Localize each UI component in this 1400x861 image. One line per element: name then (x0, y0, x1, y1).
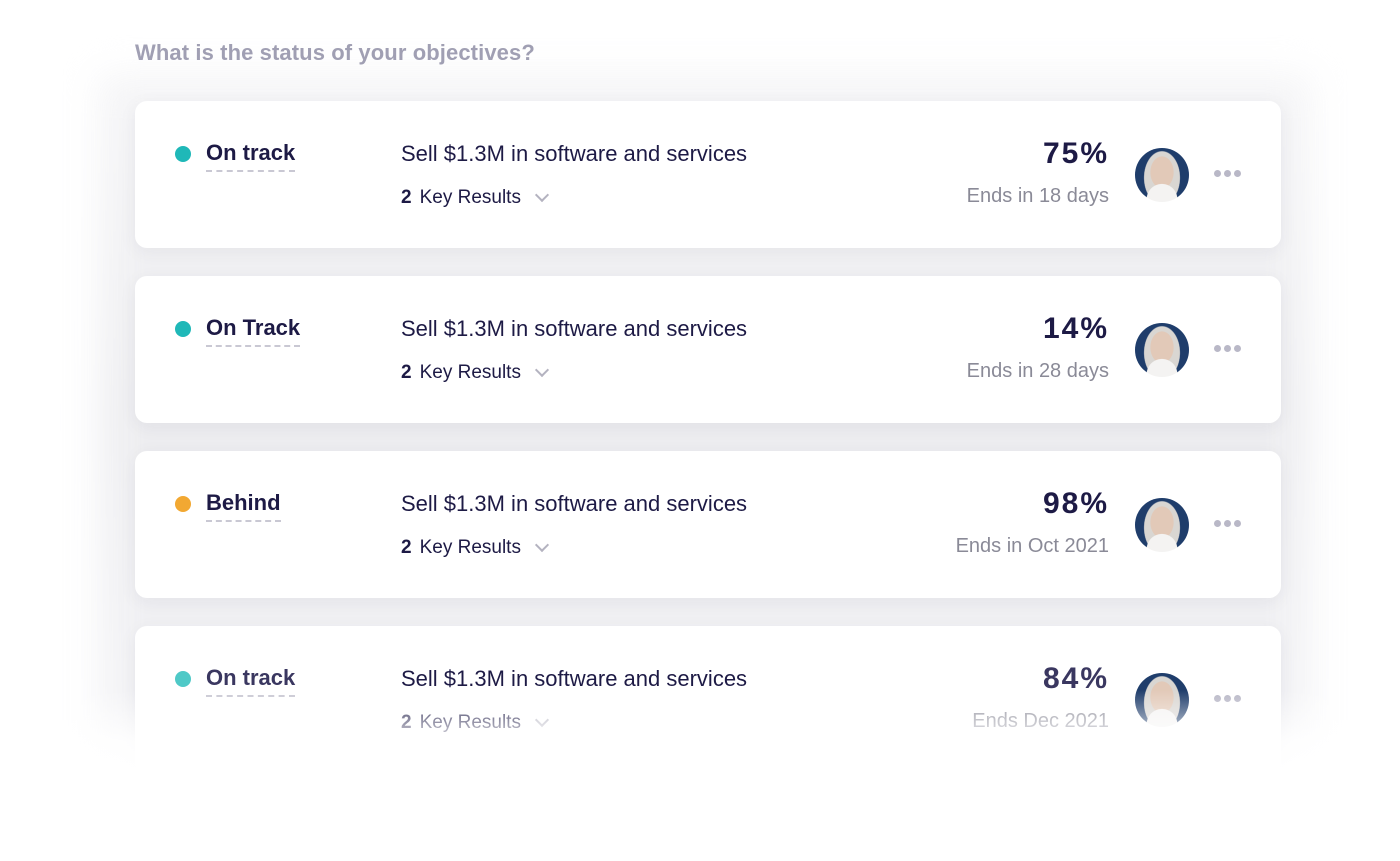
due-date: Ends in 18 days (966, 185, 1109, 207)
owner-avatar[interactable] (1135, 323, 1189, 377)
objective-card[interactable]: On track Sell $1.3M in software and serv… (135, 101, 1281, 248)
key-results-toggle[interactable]: 2 Key Results (401, 187, 550, 209)
objective-title[interactable]: Sell $1.3M in software and services (401, 316, 747, 342)
objective-card[interactable]: On track Sell $1.3M in software and serv… (135, 626, 1281, 773)
more-options-icon[interactable] (1214, 345, 1241, 352)
status-label[interactable]: On track (206, 140, 296, 172)
key-results-toggle[interactable]: 2 Key Results (401, 537, 550, 559)
key-results-label: Key Results (419, 362, 521, 383)
key-results-count: 2 (401, 187, 412, 208)
key-results-label: Key Results (419, 712, 521, 733)
more-options-icon[interactable] (1214, 695, 1241, 702)
status-dot-icon (175, 496, 191, 512)
status-label[interactable]: Behind (206, 490, 281, 522)
section-heading: What is the status of your objectives? (135, 40, 535, 65)
status-label[interactable]: On Track (206, 315, 301, 347)
key-results-label: Key Results (419, 537, 521, 558)
owner-avatar[interactable] (1135, 148, 1189, 202)
objective-card[interactable]: Behind Sell $1.3M in software and servic… (135, 451, 1281, 598)
objective-card[interactable]: On Track Sell $1.3M in software and serv… (135, 276, 1281, 423)
key-results-count: 2 (401, 537, 412, 558)
status-dot-icon (175, 146, 191, 162)
key-results-toggle[interactable]: 2 Key Results (401, 362, 550, 384)
progress-percent: 75% (1042, 137, 1109, 170)
owner-avatar[interactable] (1135, 498, 1189, 552)
chevron-down-icon (534, 712, 550, 728)
key-results-count: 2 (401, 362, 412, 383)
chevron-down-icon (534, 537, 550, 553)
due-date: Ends Dec 2021 (972, 710, 1109, 732)
status-dot-icon (175, 321, 191, 337)
objective-title[interactable]: Sell $1.3M in software and services (401, 491, 747, 517)
more-options-icon[interactable] (1214, 520, 1241, 527)
due-date: Ends in Oct 2021 (955, 535, 1109, 557)
progress-percent: 14% (1042, 312, 1109, 345)
chevron-down-icon (534, 187, 550, 203)
key-results-count: 2 (401, 712, 412, 733)
key-results-label: Key Results (419, 187, 521, 208)
objective-title[interactable]: Sell $1.3M in software and services (401, 666, 747, 692)
more-options-icon[interactable] (1214, 170, 1241, 177)
key-results-toggle[interactable]: 2 Key Results (401, 712, 550, 734)
owner-avatar[interactable] (1135, 673, 1189, 727)
chevron-down-icon (534, 362, 550, 378)
progress-percent: 84% (1042, 662, 1109, 695)
progress-percent: 98% (1042, 487, 1109, 520)
status-label[interactable]: On track (206, 665, 296, 697)
objective-title[interactable]: Sell $1.3M in software and services (401, 141, 747, 167)
due-date: Ends in 28 days (966, 360, 1109, 382)
status-dot-icon (175, 671, 191, 687)
